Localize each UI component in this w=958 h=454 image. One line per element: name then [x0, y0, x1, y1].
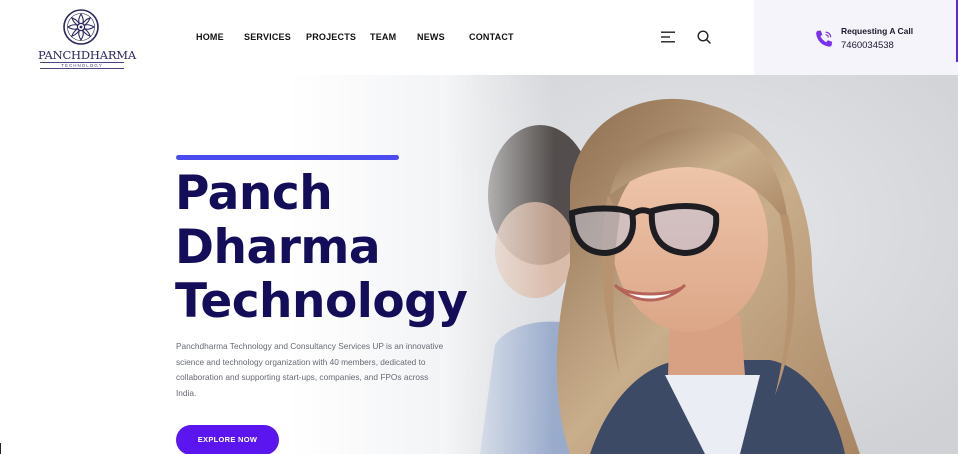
- hero-photo: [440, 75, 958, 454]
- nav-item-services[interactable]: SERVICES: [244, 32, 291, 42]
- call-label: Requesting A Call: [841, 26, 914, 36]
- explore-now-button[interactable]: EXPLORE NOW: [176, 425, 279, 454]
- nav-item-news[interactable]: NEWS: [417, 32, 445, 42]
- hero-title-line: Panch: [175, 166, 333, 221]
- search-icon[interactable]: [697, 30, 711, 44]
- lotus-emblem-icon: [63, 9, 99, 45]
- call-number[interactable]: 7460034538: [841, 40, 894, 51]
- nav-item-team[interactable]: TEAM: [370, 32, 396, 42]
- brand-name: PANCHDHARMA: [38, 48, 136, 62]
- nav-item-home[interactable]: HOME: [196, 32, 224, 42]
- call-request-box[interactable]: Requesting A Call 7460034538: [754, 0, 958, 75]
- hero-title-line: Technology: [175, 274, 468, 329]
- nav-item-projects[interactable]: PROJECTS: [306, 32, 356, 42]
- brand-tagline: TECHNOLOGY: [40, 62, 124, 69]
- brand-logo[interactable]: PANCHDHARMA TECHNOLOGY: [38, 8, 136, 70]
- page-edge-marker: [0, 443, 1, 454]
- hero-description: Panchdharma Technology and Consultancy S…: [176, 341, 444, 398]
- nav-item-contact[interactable]: CONTACT: [469, 32, 514, 42]
- hero-title: Panch Dharma Technology: [175, 166, 468, 329]
- hero-title-line: Dharma: [175, 220, 381, 275]
- phone-icon: [816, 30, 832, 47]
- site-header: PANCHDHARMA TECHNOLOGY HOME SERVICES PRO…: [0, 0, 958, 75]
- hero-section: Panch Dharma Technology Panchdharma Tech…: [0, 75, 958, 454]
- menu-icon[interactable]: [661, 31, 675, 43]
- hero-accent-bar: [176, 155, 399, 160]
